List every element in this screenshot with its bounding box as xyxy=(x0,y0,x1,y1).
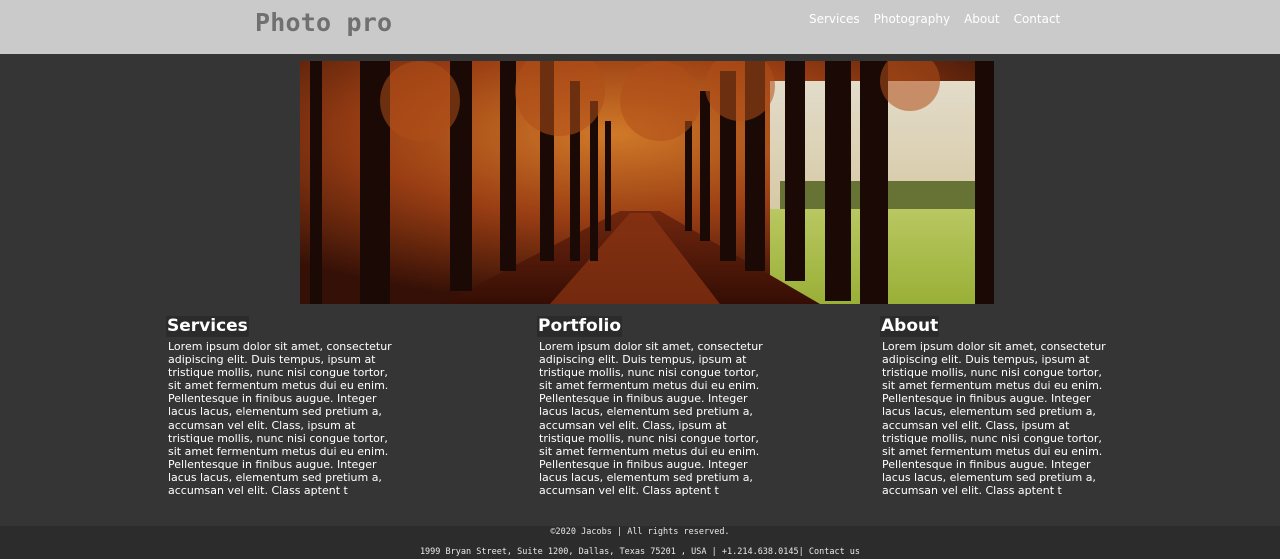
services-text: Lorem ipsum dolor sit amet, consectetur … xyxy=(168,340,392,498)
portfolio-text: Lorem ipsum dolor sit amet, consectetur … xyxy=(539,340,763,498)
brand-logo[interactable]: Photo pro xyxy=(255,7,392,39)
about-text: Lorem ipsum dolor sit amet, consectetur … xyxy=(882,340,1106,498)
portfolio-section: Portfolio Lorem ipsum dolor sit amet, co… xyxy=(537,316,777,497)
services-section: Services Lorem ipsum dolor sit amet, con… xyxy=(166,316,406,497)
nav-link-photography[interactable]: Photography xyxy=(874,11,950,27)
nav-link-contact[interactable]: Contact xyxy=(1014,11,1061,27)
nav-link-about[interactable]: About xyxy=(964,11,999,27)
footer-copyright: ©2020 Jacobs | All rights reserved. xyxy=(550,527,730,537)
site-footer: ©2020 Jacobs | All rights reserved. 1999… xyxy=(0,526,1280,559)
portfolio-heading: Portfolio xyxy=(537,316,623,337)
services-heading: Services xyxy=(166,316,249,337)
about-section: About Lorem ipsum dolor sit amet, consec… xyxy=(880,316,1120,497)
site-header: Photo pro Services Photography About Con… xyxy=(0,0,1280,54)
hero-image xyxy=(300,61,994,304)
main-nav: Services Photography About Contact xyxy=(809,11,1060,27)
about-heading: About xyxy=(880,316,940,337)
footer-address[interactable]: 1999 Bryan Street, Suite 1200, Dallas, T… xyxy=(0,547,1280,558)
nav-link-services[interactable]: Services xyxy=(809,11,860,27)
